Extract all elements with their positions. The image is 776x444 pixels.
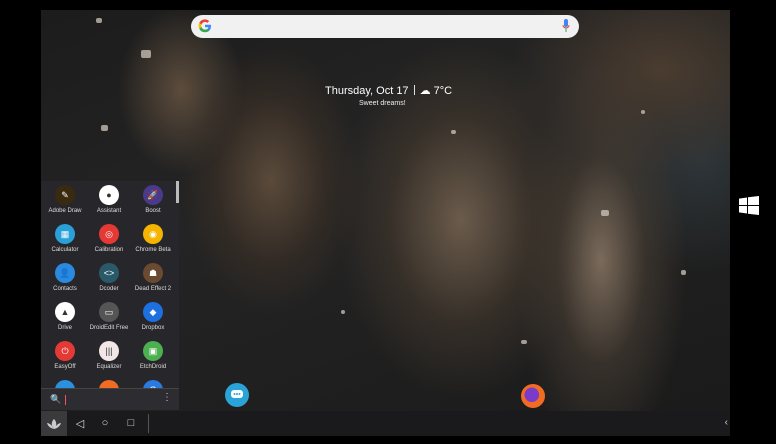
app-calibration[interactable]: ◎ Calibration bbox=[87, 224, 131, 253]
equalizer-icon: ||| bbox=[99, 341, 119, 361]
chevron-left-icon[interactable]: ‹ bbox=[725, 417, 728, 428]
wallpaper-speck bbox=[641, 110, 645, 114]
app-label: Dropbox bbox=[141, 325, 165, 331]
app-adobe-draw[interactable]: ✎ Adobe Draw bbox=[43, 185, 87, 214]
messages-icon[interactable] bbox=[225, 383, 249, 407]
app-easyoff[interactable]: ⏻ EasyOff bbox=[43, 341, 87, 370]
app-label: Dead Effect 2 bbox=[134, 286, 172, 292]
app-label: EasyOff bbox=[54, 364, 76, 370]
boost-icon: 🚀 bbox=[143, 185, 163, 205]
drawer-search-bar[interactable]: 🔍 ⋮ bbox=[41, 388, 179, 410]
temperature-text: 7°C bbox=[433, 85, 453, 97]
app-grid: ✎ Adobe Draw ● Assistant 🚀 Boost ▦ Calculator ◎ C… bbox=[43, 185, 173, 409]
dropbox-icon: ◆ bbox=[143, 302, 163, 322]
at-a-glance-widget[interactable]: Thursday, Oct 17 ☁ 7°C bbox=[325, 84, 452, 97]
wallpaper-speck bbox=[521, 340, 527, 344]
app-label: Drive bbox=[57, 325, 72, 331]
easyoff-icon: ⏻ bbox=[55, 341, 75, 361]
overflow-menu-icon[interactable]: ⋮ bbox=[162, 392, 172, 403]
app-label: Chrome Beta bbox=[135, 247, 171, 253]
divider bbox=[413, 85, 415, 95]
taskbar: ◁ ○ □ ‹ bbox=[41, 411, 730, 436]
wallpaper-speck bbox=[101, 125, 108, 131]
wallpaper-speck bbox=[96, 18, 102, 23]
etchdroid-icon: ▣ bbox=[143, 341, 163, 361]
app-dead-effect[interactable]: ☗ Dead Effect 2 bbox=[131, 263, 175, 292]
text-cursor bbox=[65, 395, 66, 405]
app-assistant[interactable]: ● Assistant bbox=[87, 185, 131, 214]
droidedit-icon: ▭ bbox=[99, 302, 119, 322]
app-drawer[interactable]: ✎ Adobe Draw ● Assistant 🚀 Boost ▦ Calculator ◎ C… bbox=[41, 181, 179, 409]
cloud-icon: ☁ bbox=[419, 85, 434, 97]
windows-logo-icon[interactable] bbox=[739, 196, 759, 215]
wallpaper-speck bbox=[451, 130, 456, 134]
app-label: Equalizer bbox=[96, 364, 122, 370]
app-chrome-beta[interactable]: ◉ Chrome Beta bbox=[131, 224, 175, 253]
google-search-bar[interactable] bbox=[191, 15, 579, 38]
search-icon: 🔍 bbox=[50, 394, 62, 404]
app-label: Contacts bbox=[53, 286, 77, 292]
drive-icon: ▲ bbox=[55, 302, 75, 322]
wallpaper-speck bbox=[341, 310, 345, 314]
taskbar-divider bbox=[148, 414, 149, 433]
app-drive[interactable]: ▲ Drive bbox=[43, 302, 87, 331]
wallpaper-speck bbox=[601, 210, 609, 216]
google-g-icon bbox=[198, 19, 211, 33]
app-label: Adobe Draw bbox=[48, 208, 82, 214]
home-button[interactable]: ○ bbox=[98, 416, 112, 430]
dead-effect-icon: ☗ bbox=[143, 263, 163, 283]
microphone-icon[interactable] bbox=[562, 19, 570, 33]
greeting-text: Sweet dreams! bbox=[359, 100, 406, 107]
drawer-scrollbar[interactable] bbox=[176, 181, 179, 203]
app-label: Boost bbox=[145, 208, 161, 214]
app-droidedit[interactable]: ▭ DroidEdit Free bbox=[87, 302, 131, 331]
contacts-icon: 👤 bbox=[55, 263, 75, 283]
app-boost[interactable]: 🚀 Boost bbox=[131, 185, 175, 214]
app-label: Calibration bbox=[94, 247, 124, 253]
assistant-icon: ● bbox=[99, 185, 119, 205]
wallpaper-speck bbox=[681, 270, 686, 275]
bliss-logo-icon bbox=[47, 418, 61, 429]
adobe-draw-icon: ✎ bbox=[55, 185, 75, 205]
date-text: Thursday, Oct 17 bbox=[325, 85, 409, 97]
app-calculator[interactable]: ▦ Calculator bbox=[43, 224, 87, 253]
calibration-icon: ◎ bbox=[99, 224, 119, 244]
wallpaper-speck bbox=[141, 50, 151, 58]
chrome-beta-icon: ◉ bbox=[143, 224, 163, 244]
app-contacts[interactable]: 👤 Contacts bbox=[43, 263, 87, 292]
start-menu-button[interactable] bbox=[41, 411, 67, 436]
dcoder-icon: <> bbox=[99, 263, 119, 283]
app-equalizer[interactable]: ||| Equalizer bbox=[87, 341, 131, 370]
app-label: Dcoder bbox=[99, 286, 119, 292]
android-desktop: Thursday, Oct 17 ☁ 7°C Sweet dreams! ✎ Ado… bbox=[41, 10, 730, 436]
firefox-dock-icon[interactable] bbox=[521, 384, 545, 408]
app-label: Assistant bbox=[96, 208, 122, 214]
app-label: EtchDroid bbox=[139, 364, 167, 370]
recents-button[interactable]: □ bbox=[124, 416, 138, 430]
app-label: DroidEdit Free bbox=[89, 325, 129, 331]
app-dropbox[interactable]: ◆ Dropbox bbox=[131, 302, 175, 331]
app-etchdroid[interactable]: ▣ EtchDroid bbox=[131, 341, 175, 370]
calculator-icon: ▦ bbox=[55, 224, 75, 244]
back-button[interactable]: ◁ bbox=[73, 416, 87, 430]
app-label: Calculator bbox=[51, 247, 79, 253]
app-dcoder[interactable]: <> Dcoder bbox=[87, 263, 131, 292]
